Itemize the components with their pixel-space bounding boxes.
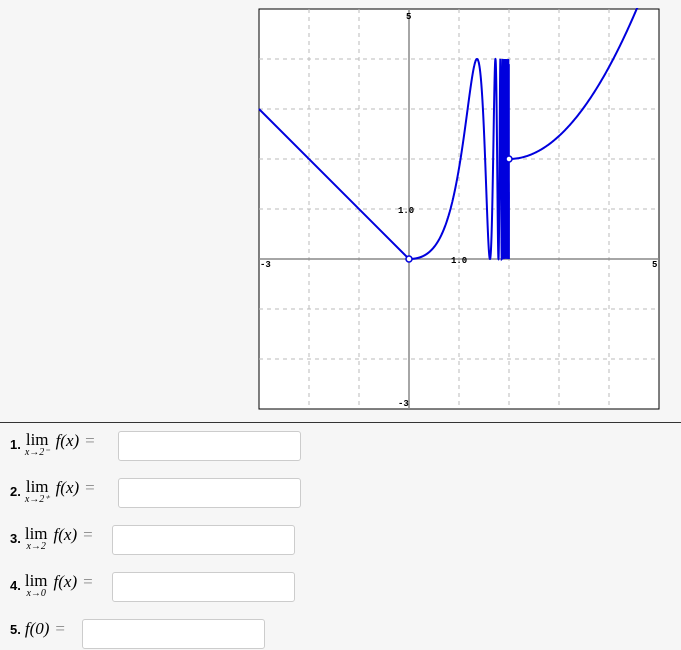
question-1: 1. lim x→2⁻ f(x) = — [10, 431, 101, 458]
open-point-x2 — [505, 155, 513, 163]
equals-sign: = — [83, 572, 93, 591]
ymin-label: -3 — [398, 399, 409, 409]
xmax-label: 5 — [652, 260, 657, 270]
limit-subscript: x→2⁻ — [24, 447, 50, 458]
question-4: 4. lim x→0 f(x) = — [10, 572, 99, 599]
ytick-label: 1.0 — [398, 206, 414, 216]
question-number: 5. — [10, 621, 21, 637]
answer-input-1[interactable] — [118, 431, 301, 461]
question-number: 1. — [10, 437, 21, 452]
function-expression: f(0) — [24, 619, 50, 638]
math-expression: lim x→2 f(x) = — [25, 525, 99, 552]
function-expression: f(x) — [55, 431, 80, 450]
limit-operator: lim x→0 — [25, 572, 48, 599]
open-point-origin — [405, 255, 413, 263]
divider — [0, 422, 681, 423]
ymax-label: 5 — [406, 12, 411, 22]
lim-text: lim — [25, 477, 49, 496]
function-expression: f(x) — [53, 525, 78, 544]
question-2: 2. lim x→2⁺ f(x) = — [10, 478, 101, 505]
question-number: 3. — [10, 531, 21, 546]
question-number: 2. — [10, 484, 21, 499]
limit-subscript: x→2⁺ — [24, 494, 50, 505]
question-number: 4. — [10, 578, 21, 593]
limit-subscript: x→0 — [26, 588, 46, 599]
limit-subscript: x→2 — [26, 541, 46, 552]
equals-sign: = — [83, 525, 93, 544]
answer-input-4[interactable] — [112, 572, 295, 602]
answer-input-3[interactable] — [112, 525, 295, 555]
lim-text: lim — [25, 430, 49, 449]
answer-input-2[interactable] — [118, 478, 301, 508]
lim-text: lim — [24, 524, 48, 543]
function-graph: 5 -3 -3 5 1.0 1.0 — [258, 8, 660, 410]
limit-operator: lim x→2⁻ — [25, 431, 50, 458]
math-expression: f(0) = — [25, 619, 71, 639]
function-expression: f(x) — [55, 478, 80, 497]
question-3: 3. lim x→2 f(x) = — [10, 525, 99, 552]
question-5: 5. f(0) = — [10, 619, 71, 639]
xmin-label: -3 — [260, 260, 271, 270]
answer-input-5[interactable] — [82, 619, 265, 649]
equals-sign: = — [55, 619, 65, 638]
math-expression: lim x→0 f(x) = — [25, 572, 99, 599]
equals-sign: = — [85, 431, 95, 450]
math-expression: lim x→2⁺ f(x) = — [25, 478, 101, 505]
xtick-label: 1.0 — [451, 256, 467, 266]
math-expression: lim x→2⁻ f(x) = — [25, 431, 101, 458]
function-expression: f(x) — [53, 572, 78, 591]
limit-operator: lim x→2⁺ — [25, 478, 50, 505]
limit-operator: lim x→2 — [25, 525, 48, 552]
equals-sign: = — [85, 478, 95, 497]
lim-text: lim — [24, 571, 48, 590]
